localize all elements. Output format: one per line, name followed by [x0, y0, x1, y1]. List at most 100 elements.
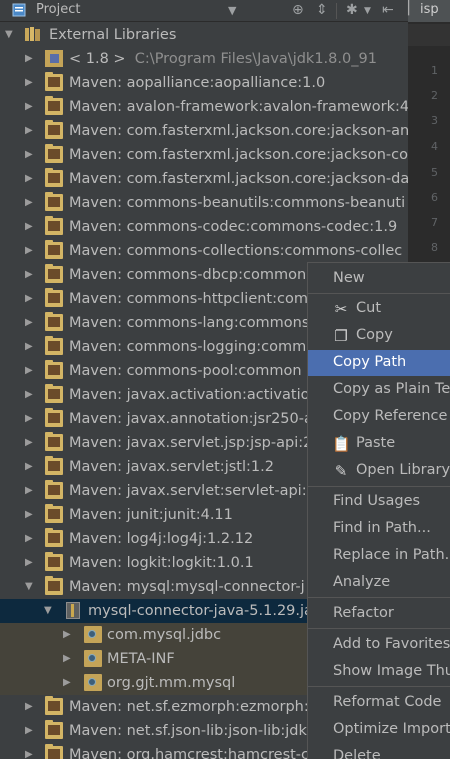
line-number: 4: [431, 140, 438, 153]
tree-label: Maven: commons-logging:comm: [69, 339, 307, 355]
library-folder-icon: [45, 312, 63, 331]
expand-arrow-icon[interactable]: ▶: [25, 699, 37, 715]
tree-item-library[interactable]: ▶ Maven: com.fasterxml.jackson.core:jacks…: [0, 143, 408, 167]
tree-label: Maven: mysql:mysql-connector-j: [69, 579, 305, 595]
menu-item-delete[interactable]: Delete: [308, 744, 450, 759]
expand-arrow-icon[interactable]: ▶: [25, 219, 37, 235]
menu-item-copy-plain-text[interactable]: Copy as Plain Te: [308, 377, 450, 403]
menu-item-copy-path[interactable]: Copy Path: [308, 350, 450, 376]
tree-label: Maven: commons-pool:common: [69, 363, 302, 379]
expand-arrow-icon[interactable]: ▶: [25, 195, 37, 211]
tree-label: External Libraries: [49, 27, 177, 43]
expand-arrow-icon[interactable]: ▶: [25, 51, 37, 67]
editor-tab[interactable]: ▏ isp: [408, 0, 450, 22]
menu-separator: [308, 486, 450, 487]
library-folder-icon: [45, 120, 63, 139]
expand-arrow-icon[interactable]: ▼: [44, 603, 56, 619]
expand-arrow-icon[interactable]: ▶: [25, 243, 37, 259]
tree-item-library[interactable]: ▶ Maven: avalon-framework:avalon-framewor…: [0, 95, 408, 119]
library-folder-icon: [45, 696, 63, 715]
hide-icon[interactable]: ⇤: [382, 2, 394, 18]
menu-item-find-in-path[interactable]: Find in Path...: [308, 516, 450, 542]
expand-arrow-icon[interactable]: ▶: [25, 339, 37, 355]
expand-arrow-icon[interactable]: ▼: [5, 27, 17, 43]
menu-item-add-to-favorites[interactable]: Add to Favorites: [308, 632, 450, 658]
gear-dropdown-icon[interactable]: ▼: [364, 6, 371, 16]
menu-item-optimize-imports[interactable]: Optimize Import: [308, 717, 450, 743]
expand-arrow-icon[interactable]: ▶: [25, 531, 37, 547]
tree-item-library[interactable]: ▶ Maven: commons-beanutils:commons-beanut…: [0, 191, 408, 215]
library-folder-icon: [45, 456, 63, 475]
tree-label: Maven: commons-codec:commons-codec:1.9: [69, 219, 398, 235]
chevron-down-icon[interactable]: ▼: [228, 4, 236, 17]
paste-icon: 📋: [332, 435, 351, 453]
collapse-icon[interactable]: ⇕: [316, 2, 328, 18]
expand-arrow-icon[interactable]: ▶: [63, 627, 75, 643]
expand-arrow-icon[interactable]: ▶: [25, 723, 37, 739]
tree-label: Maven: com.fasterxml.jackson.core:jackso…: [69, 123, 408, 139]
menu-item-open-library[interactable]: ✎ Open Library: [308, 458, 450, 484]
library-folder-icon: [45, 432, 63, 451]
library-folder-icon: [45, 552, 63, 571]
expand-arrow-icon[interactable]: ▶: [25, 459, 37, 475]
expand-arrow-icon[interactable]: ▶: [63, 675, 75, 691]
expand-arrow-icon[interactable]: ▶: [25, 507, 37, 523]
menu-item-new[interactable]: New: [308, 266, 450, 292]
expand-arrow-icon[interactable]: ▶: [25, 315, 37, 331]
expand-arrow-icon[interactable]: ▶: [25, 747, 37, 759]
menu-item-copy[interactable]: ❐ Copy: [308, 323, 450, 349]
expand-arrow-icon[interactable]: ▶: [25, 291, 37, 307]
expand-arrow-icon[interactable]: ▶: [25, 147, 37, 163]
menu-item-paste[interactable]: 📋 Paste: [308, 431, 450, 457]
expand-arrow-icon[interactable]: ▶: [25, 363, 37, 379]
tree-label: Maven: javax.servlet:jstl:1.2: [69, 459, 274, 475]
tree-item-library[interactable]: ▶ Maven: commons-codec:commons-codec:1.9: [0, 215, 408, 239]
menu-item-find-usages[interactable]: Find Usages: [308, 489, 450, 515]
expand-arrow-icon[interactable]: ▶: [25, 171, 37, 187]
panel-title[interactable]: Project: [36, 2, 80, 17]
menu-item-analyze[interactable]: Analyze: [308, 570, 450, 596]
expand-arrow-icon[interactable]: ▶: [25, 435, 37, 451]
menu-separator: [308, 293, 450, 294]
tree-label: Maven: commons-beanutils:commons-beanuti: [69, 195, 406, 211]
menu-item-cut[interactable]: ✂ Cut: [308, 296, 450, 322]
expand-arrow-icon[interactable]: ▶: [25, 267, 37, 283]
menu-item-replace-in-path[interactable]: Replace in Path..: [308, 543, 450, 569]
menu-item-copy-reference[interactable]: Copy Reference: [308, 404, 450, 430]
library-folder-icon: [45, 72, 63, 91]
libraries-icon: [24, 26, 42, 43]
expand-arrow-icon[interactable]: ▶: [63, 651, 75, 667]
tree-item-jdk[interactable]: ▶ < 1.8 > C:\Program Files\Java\jdk1.8.0…: [0, 47, 408, 71]
tree-root-external-libraries[interactable]: ▼ External Libraries: [0, 23, 408, 47]
menu-item-show-image-thumbnails[interactable]: Show Image Thu: [308, 659, 450, 685]
expand-arrow-icon[interactable]: ▶: [25, 555, 37, 571]
line-number: 7: [431, 216, 438, 229]
project-icon[interactable]: [12, 3, 26, 17]
tree-label: Maven: commons-httpclient:com: [69, 291, 308, 307]
tree-label: Maven: javax.servlet:servlet-api:2: [69, 483, 316, 499]
menu-item-reformat-code[interactable]: Reformat Code: [308, 690, 450, 716]
tree-item-library[interactable]: ▶ Maven: com.fasterxml.jackson.core:jacks…: [0, 167, 408, 191]
tree-label: mysql-connector-java-5.1.29.ja: [88, 603, 313, 619]
tree-item-library[interactable]: ▶ Maven: com.fasterxml.jackson.core:jacks…: [0, 119, 408, 143]
toolbar-divider: [336, 3, 337, 19]
menu-item-refactor[interactable]: Refactor: [308, 601, 450, 627]
expand-arrow-icon[interactable]: ▶: [25, 123, 37, 139]
gear-icon[interactable]: ✱: [346, 2, 358, 18]
tree-item-library[interactable]: ▶ Maven: aopalliance:aopalliance:1.0: [0, 71, 408, 95]
locate-icon[interactable]: ⊕: [292, 2, 304, 18]
expand-arrow-icon[interactable]: ▶: [25, 75, 37, 91]
expand-arrow-icon[interactable]: ▶: [25, 411, 37, 427]
library-folder-icon: [45, 264, 63, 283]
library-folder-icon: [45, 384, 63, 403]
library-folder-icon: [45, 528, 63, 547]
expand-arrow-icon[interactable]: ▼: [25, 579, 37, 595]
expand-arrow-icon[interactable]: ▶: [25, 387, 37, 403]
tree-label: Maven: avalon-framework:avalon-framework…: [69, 99, 408, 115]
expand-arrow-icon[interactable]: ▶: [25, 483, 37, 499]
library-folder-icon: [45, 744, 63, 759]
expand-arrow-icon[interactable]: ▶: [25, 99, 37, 115]
package-icon: [84, 674, 102, 691]
copy-icon: ❐: [334, 327, 348, 345]
tree-item-library[interactable]: ▶ Maven: commons-collections:commons-coll…: [0, 239, 408, 263]
